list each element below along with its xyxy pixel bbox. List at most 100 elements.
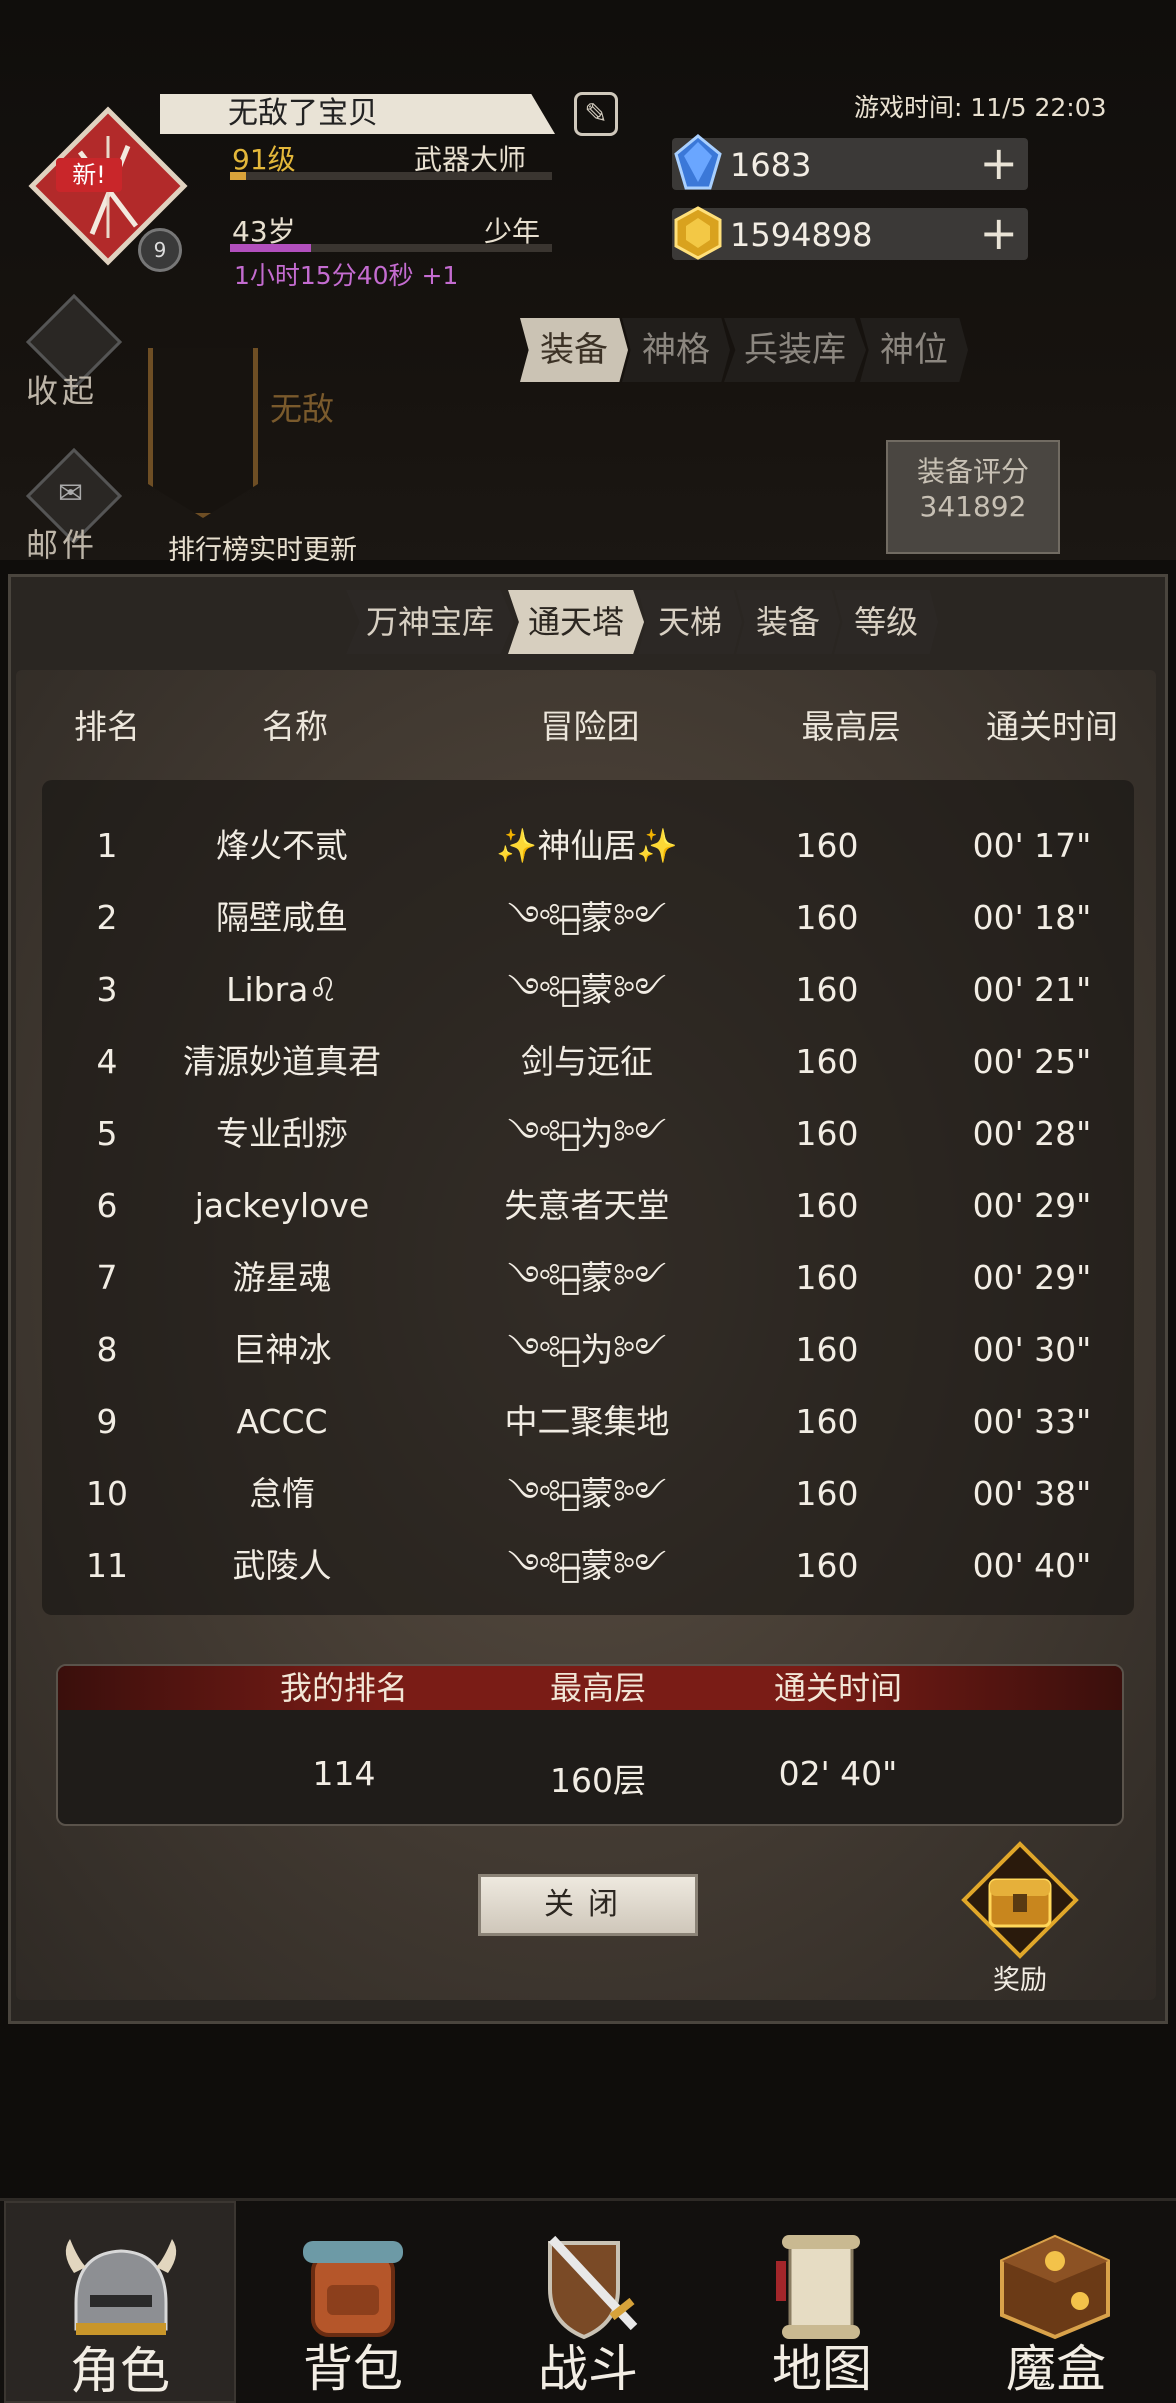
team-cell: 失意者天堂 bbox=[504, 1186, 670, 1225]
table-row[interactable]: 8 巨神冰 ༺华̶̶̶为༻ 160 00' 30" bbox=[42, 1314, 1134, 1386]
table-row[interactable]: 1 烽火不贰 ✨神仙居✨ 160 00' 17" bbox=[42, 810, 1134, 882]
rank-update-note: 排行榜实时更新 bbox=[168, 535, 357, 566]
rank-cell: 10 bbox=[86, 1474, 128, 1513]
header-rank: 排名 bbox=[74, 707, 140, 746]
table-row[interactable]: 3 Libra♌ ༺鸿̶̶̶蒙༻ 160 00' 21" bbox=[42, 954, 1134, 1026]
team-cell: ༺鸿̶̶̶蒙༻ bbox=[507, 1474, 667, 1513]
nav-character-label: 角色 bbox=[70, 2342, 170, 2400]
name-cell: 专业刮痧 bbox=[216, 1114, 348, 1153]
close-button[interactable]: 关闭 bbox=[478, 1874, 698, 1936]
tab-level-rank[interactable]: 等级 bbox=[834, 590, 939, 654]
rank-cell: 7 bbox=[96, 1258, 118, 1297]
gold-resource: 1594898 + bbox=[672, 206, 1028, 260]
team-cell: ༺鸿̶̶̶蒙༻ bbox=[507, 1258, 667, 1297]
time-cell: 00' 17" bbox=[972, 826, 1092, 865]
mail-button[interactable]: ✉ 邮件 bbox=[18, 447, 128, 564]
mail-label: 邮件 bbox=[26, 526, 99, 564]
time-cell: 00' 21" bbox=[972, 970, 1092, 1009]
tab-armory[interactable]: 兵装库 bbox=[724, 318, 866, 382]
add-gems-button[interactable]: + bbox=[979, 140, 1018, 186]
table-row[interactable]: 2 隔壁咸鱼 ༺鸿̶̶̶蒙༻ 160 00' 18" bbox=[42, 882, 1134, 954]
name-cell: 武陵人 bbox=[232, 1546, 332, 1585]
gold-count: 1594898 bbox=[730, 216, 873, 254]
table-row[interactable]: 5 专业刮痧 ༺华̶̶̶为༻ 160 00' 28" bbox=[42, 1098, 1134, 1170]
table-row[interactable]: 10 怠惰 ༺鸿̶̶̶蒙༻ 160 00' 38" bbox=[42, 1458, 1134, 1530]
guild-banner[interactable] bbox=[148, 348, 258, 518]
floor-cell: 160 bbox=[795, 1042, 859, 1081]
floor-cell: 160 bbox=[795, 1474, 859, 1513]
name-cell: ACCC bbox=[236, 1402, 328, 1441]
tab-equipment[interactable]: 装备 bbox=[520, 318, 628, 382]
name-cell: 烽火不贰 bbox=[216, 826, 348, 865]
age-timer: 1小时15分40秒 +1 bbox=[234, 261, 459, 290]
rank-cell: 5 bbox=[96, 1114, 118, 1153]
banner-name: 无敌 bbox=[270, 390, 335, 428]
tab-godhood[interactable]: 神格 bbox=[622, 318, 730, 382]
reward-button[interactable]: 奖励 bbox=[960, 1840, 1080, 2000]
tab-ladder[interactable]: 天梯 bbox=[638, 590, 743, 654]
floor-cell: 160 bbox=[795, 970, 859, 1009]
header-floor: 最高层 bbox=[801, 707, 901, 746]
nav-backpack[interactable]: 背包 bbox=[237, 2201, 469, 2403]
name-cell: jackeylove bbox=[194, 1186, 370, 1225]
gem-resource: 1683 + bbox=[672, 134, 1028, 190]
floor-cell: 160 bbox=[795, 1186, 859, 1225]
header-name: 名称 bbox=[262, 707, 328, 746]
time-cell: 00' 38" bbox=[972, 1474, 1092, 1513]
equipment-score-label: 装备评分 bbox=[916, 455, 1029, 488]
time-cell: 00' 29" bbox=[972, 1186, 1092, 1225]
rank-cell: 9 bbox=[96, 1402, 118, 1441]
tab-equipment-rank[interactable]: 装备 bbox=[736, 590, 841, 654]
backpack-icon bbox=[303, 2241, 403, 2337]
tab-sky-tower[interactable]: 通天塔 bbox=[508, 590, 645, 654]
team-cell: ༺鸿̶̶̶蒙༻ bbox=[507, 970, 667, 1009]
time-cell: 00' 33" bbox=[972, 1402, 1092, 1441]
name-cell: 隔壁咸鱼 bbox=[216, 898, 348, 937]
collapse-button[interactable]: 收起 bbox=[18, 293, 128, 410]
my-rank-value: 114 bbox=[312, 1754, 376, 1793]
bottom-navigation: 角色 背包 战斗 地图 魔盒 bbox=[0, 2198, 1176, 2403]
sword-shield-icon bbox=[548, 2235, 638, 2340]
rank-cell: 6 bbox=[96, 1186, 118, 1225]
time-cell: 00' 40" bbox=[972, 1546, 1092, 1585]
equipment-score: 装备评分 341892 bbox=[886, 440, 1060, 554]
collapse-label: 收起 bbox=[26, 372, 99, 410]
game-time: 游戏时间: 11/5 22:03 bbox=[854, 93, 1107, 122]
name-cell: 怠惰 bbox=[249, 1474, 315, 1513]
rank-cell: 4 bbox=[96, 1042, 118, 1081]
name-cell: Libra♌ bbox=[226, 970, 338, 1009]
rank-cell: 8 bbox=[96, 1330, 118, 1369]
my-rank-header: 我的排名 bbox=[279, 1669, 408, 1707]
tab-divine-seat[interactable]: 神位 bbox=[860, 318, 968, 382]
floor-cell: 160 bbox=[795, 1546, 859, 1585]
name-cell: 游星魂 bbox=[232, 1258, 332, 1297]
nav-character[interactable]: 角色 bbox=[4, 2201, 236, 2403]
name-cell: 巨神冰 bbox=[232, 1330, 332, 1369]
gem-icon bbox=[674, 134, 722, 190]
nav-battle[interactable]: 战斗 bbox=[472, 2201, 704, 2403]
magic-box-icon bbox=[1000, 2234, 1110, 2340]
nav-map[interactable]: 地图 bbox=[706, 2201, 938, 2403]
table-row[interactable]: 9 ACCC 中二聚集地 160 00' 33" bbox=[42, 1386, 1134, 1458]
age-bar bbox=[230, 244, 552, 252]
name-cell: 清源妙道真君 bbox=[183, 1042, 381, 1081]
reward-label: 奖励 bbox=[993, 1965, 1047, 1996]
scroll-map-icon bbox=[776, 2235, 860, 2339]
gold-icon bbox=[674, 206, 722, 260]
table-row[interactable]: 11 武陵人 ༺鸿̶̶̶蒙༻ 160 00' 40" bbox=[42, 1530, 1134, 1602]
add-gold-button[interactable]: + bbox=[979, 210, 1018, 256]
ranking-tabs: 万神宝库 通天塔 天梯 装备 等级 bbox=[346, 590, 939, 654]
table-row[interactable]: 6 jackeylove 失意者天堂 160 00' 29" bbox=[42, 1170, 1134, 1242]
edit-icon[interactable]: ✎ bbox=[574, 92, 618, 136]
floor-cell: 160 bbox=[795, 826, 859, 865]
nav-magic-box[interactable]: 魔盒 bbox=[940, 2201, 1172, 2403]
xp-bar bbox=[230, 172, 552, 180]
team-cell: ༺鸿̶̶̶蒙༻ bbox=[507, 1546, 667, 1585]
gem-count: 1683 bbox=[730, 146, 812, 184]
floor-cell: 160 bbox=[795, 898, 859, 937]
nav-magic-box-label: 魔盒 bbox=[1006, 2340, 1106, 2398]
equipment-score-value: 341892 bbox=[919, 490, 1027, 523]
tab-pantheon-vault[interactable]: 万神宝库 bbox=[346, 590, 515, 654]
table-row[interactable]: 7 游星魂 ༺鸿̶̶̶蒙༻ 160 00' 29" bbox=[42, 1242, 1134, 1314]
table-row[interactable]: 4 清源妙道真君 剑与远征 160 00' 25" bbox=[42, 1026, 1134, 1098]
